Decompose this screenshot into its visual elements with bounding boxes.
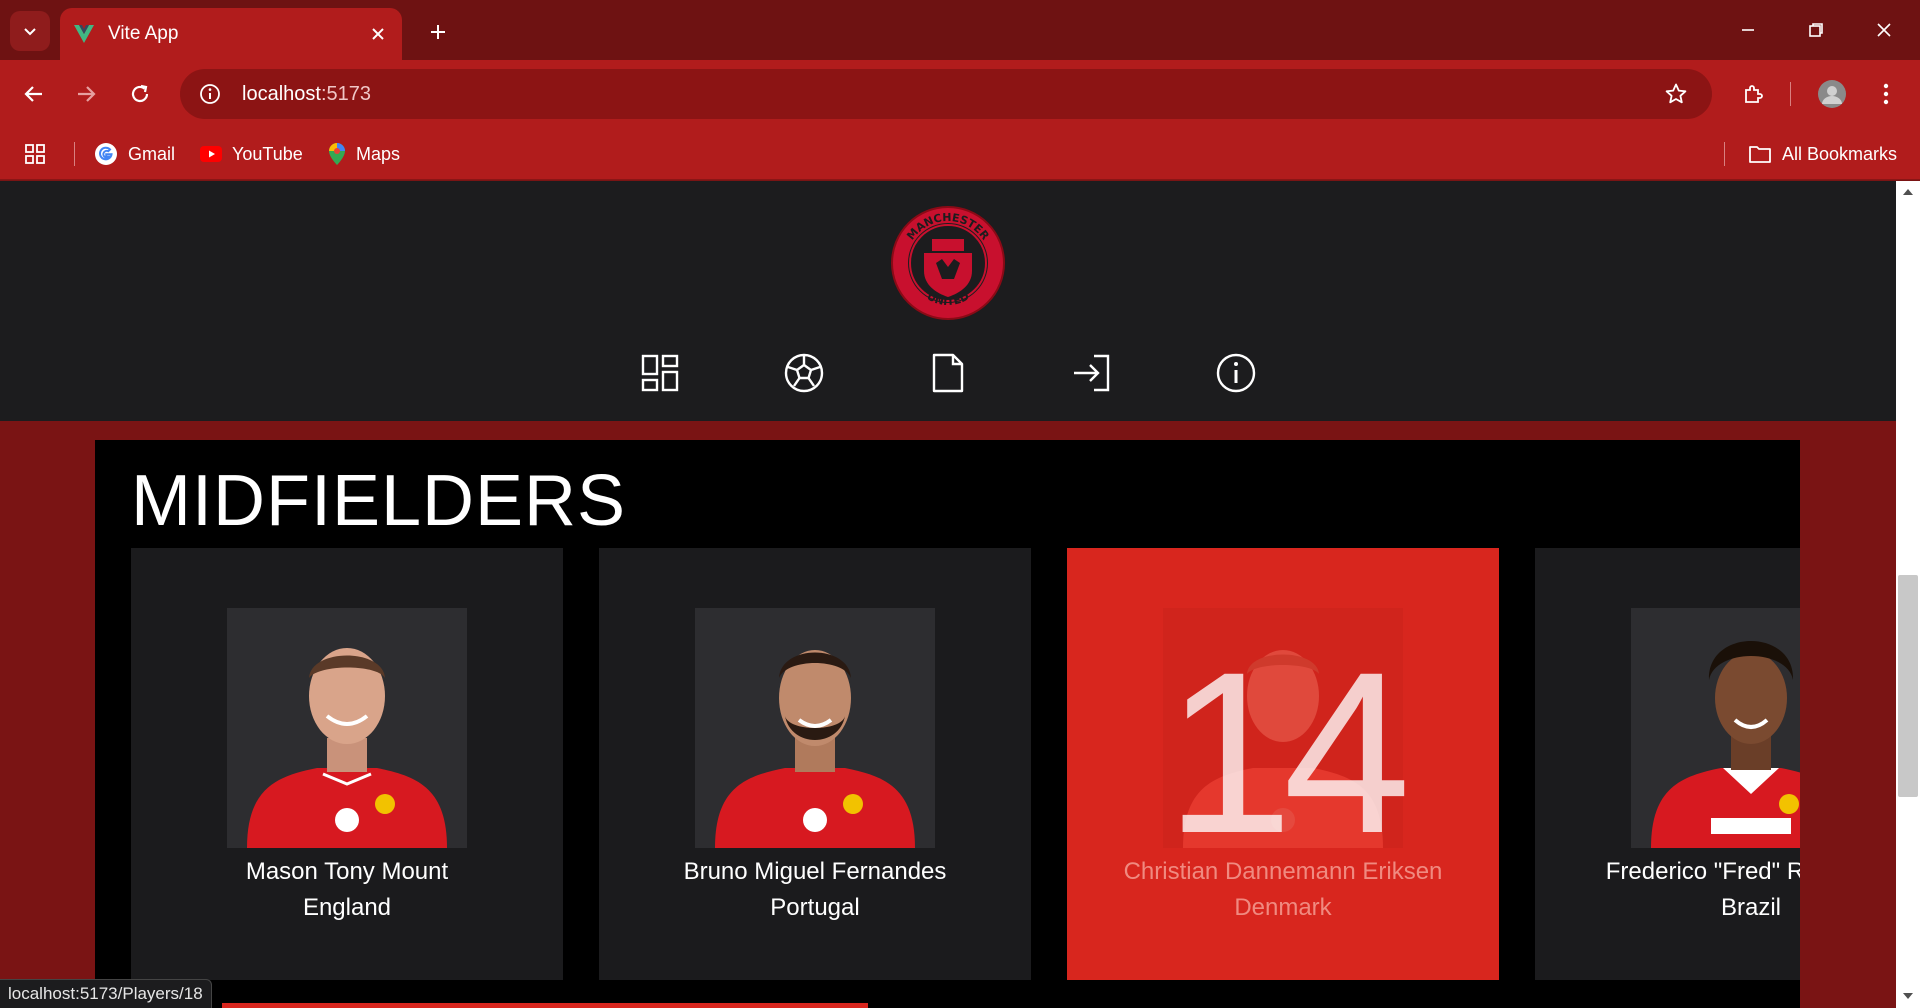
scrollbar-thumb[interactable] bbox=[1898, 575, 1918, 797]
document-icon bbox=[932, 353, 964, 393]
player-card[interactable]: Frederico "Fred" Rodrigues Brazil bbox=[1535, 548, 1800, 980]
player-photo bbox=[695, 608, 935, 848]
player-card[interactable]: Bruno Miguel Fernandes Portugal bbox=[599, 548, 1031, 980]
nav-info-button[interactable] bbox=[1214, 351, 1258, 395]
bookmark-maps[interactable]: Maps bbox=[328, 138, 400, 170]
reload-icon bbox=[131, 84, 149, 103]
scroll-up-arrow-icon[interactable] bbox=[1902, 186, 1914, 198]
all-bookmarks-label: All Bookmarks bbox=[1782, 143, 1898, 164]
section-title: MIDFIELDERS bbox=[131, 461, 627, 541]
url-host: localhost bbox=[242, 82, 321, 105]
apps-button[interactable] bbox=[24, 138, 46, 170]
bookmark-label: Gmail bbox=[128, 143, 176, 164]
player-photo bbox=[1631, 608, 1800, 848]
player-number: 14 bbox=[1165, 624, 1411, 881]
bookmarks-divider bbox=[1724, 142, 1725, 166]
player-name: Bruno Miguel Fernandes bbox=[683, 858, 947, 885]
nav-dashboard-button[interactable] bbox=[638, 351, 682, 395]
nav-login-button[interactable] bbox=[1070, 351, 1114, 395]
puzzle-icon bbox=[1745, 85, 1763, 103]
maps-icon bbox=[328, 142, 346, 166]
bookmarks-divider bbox=[74, 142, 75, 166]
bookmark-star-icon[interactable] bbox=[1654, 72, 1698, 116]
midfielders-section: MIDFIELDERS Mason Tony Mount England Bru… bbox=[95, 440, 1800, 1008]
player-photo bbox=[227, 608, 467, 848]
avatar-icon bbox=[1818, 80, 1846, 108]
arrow-right-icon bbox=[78, 86, 96, 102]
player-card-active[interactable]: 14 Christian Dannemann Eriksen Denmark bbox=[1067, 548, 1499, 980]
all-bookmarks-button[interactable]: All Bookmarks bbox=[1748, 138, 1897, 170]
tab-search-button[interactable] bbox=[10, 11, 50, 51]
plus-icon bbox=[431, 25, 445, 39]
reload-button[interactable] bbox=[120, 74, 160, 114]
restore-icon bbox=[1809, 23, 1823, 37]
address-bar[interactable]: localhost:5173 bbox=[180, 69, 1712, 119]
bookmark-label: YouTube bbox=[232, 143, 303, 164]
back-button[interactable] bbox=[14, 74, 54, 114]
player-name: Mason Tony Mount bbox=[245, 858, 449, 885]
url-text: localhost:5173 bbox=[242, 83, 1654, 106]
player-name: Frederico "Fred" Rodrigues bbox=[1605, 858, 1800, 885]
browser-menu-button[interactable] bbox=[1866, 74, 1906, 114]
site-info-icon[interactable] bbox=[188, 72, 232, 116]
page-viewport: MANCHESTER UNITED MIDFIELDERS Mason Tony… bbox=[0, 181, 1896, 1008]
more-vertical-icon bbox=[1883, 83, 1889, 105]
bookmark-youtube[interactable]: YouTube bbox=[200, 138, 303, 170]
player-nation: Portugal bbox=[770, 894, 860, 921]
bookmark-label: Maps bbox=[356, 143, 401, 164]
close-icon bbox=[1877, 23, 1891, 37]
chevron-down-icon bbox=[24, 28, 36, 36]
minimize-button[interactable] bbox=[1724, 10, 1772, 50]
folder-icon bbox=[1748, 144, 1772, 164]
profile-avatar[interactable] bbox=[1812, 74, 1852, 114]
apps-grid-icon bbox=[25, 144, 45, 164]
new-tab-button[interactable] bbox=[420, 14, 456, 50]
manchester-united-crest-logo[interactable]: MANCHESTER UNITED bbox=[888, 203, 1008, 323]
arrow-left-icon bbox=[24, 86, 42, 102]
url-port: :5173 bbox=[320, 82, 371, 105]
site-header: MANCHESTER UNITED bbox=[0, 181, 1896, 421]
status-url-bubble: localhost:5173/Players/18 bbox=[0, 979, 212, 1008]
browser-toolbar: localhost:5173 bbox=[0, 60, 1920, 128]
gmail-icon bbox=[94, 142, 118, 166]
dashboard-icon bbox=[641, 354, 679, 392]
player-name: Christian Dannemann Eriksen bbox=[1123, 858, 1443, 885]
active-tab[interactable]: Vite App bbox=[60, 8, 402, 60]
toolbar-divider bbox=[1790, 82, 1791, 106]
vite-favicon-icon bbox=[72, 22, 96, 46]
close-window-button[interactable] bbox=[1860, 10, 1908, 50]
player-nation: Denmark bbox=[1234, 894, 1332, 921]
tab-close-icon[interactable] bbox=[366, 22, 390, 46]
bookmark-gmail[interactable]: Gmail bbox=[94, 138, 175, 170]
tab-title: Vite App bbox=[108, 23, 179, 44]
football-icon bbox=[784, 353, 824, 393]
bookmarks-bar: Gmail YouTube Maps All Bookmarks bbox=[0, 128, 1920, 180]
scroll-down-arrow-icon[interactable] bbox=[1902, 990, 1914, 1002]
login-icon bbox=[1074, 354, 1110, 392]
minimize-icon bbox=[1742, 29, 1754, 31]
nav-players-button[interactable] bbox=[782, 351, 826, 395]
restore-button[interactable] bbox=[1792, 10, 1840, 50]
extensions-button[interactable] bbox=[1734, 74, 1774, 114]
forward-button[interactable] bbox=[66, 74, 106, 114]
browser-tab-strip: Vite App bbox=[0, 0, 1920, 60]
page-bottom-strip bbox=[222, 1003, 868, 1008]
youtube-icon bbox=[200, 146, 222, 162]
info-icon bbox=[1216, 353, 1256, 393]
nav-documents-button[interactable] bbox=[926, 351, 970, 395]
player-nation: Brazil bbox=[1720, 894, 1781, 921]
player-nation: England bbox=[302, 894, 392, 921]
player-card[interactable]: Mason Tony Mount England bbox=[131, 548, 563, 980]
